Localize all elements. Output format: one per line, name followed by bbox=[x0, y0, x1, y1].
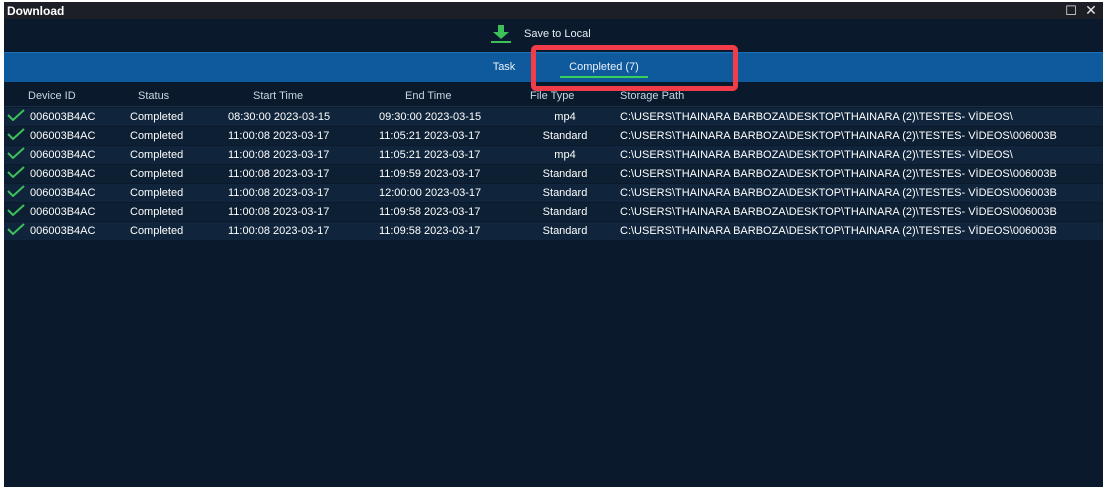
download-table-body: 006003B4AC Completed 08:30:00 2023-03-15… bbox=[4, 108, 1103, 241]
cell-start-time: 11:00:08 2023-03-17 bbox=[228, 206, 330, 218]
cell-status: Completed bbox=[130, 206, 184, 218]
tab-completed[interactable]: Completed (7) bbox=[556, 53, 652, 82]
cell-end-time: 11:09:58 2023-03-17 bbox=[379, 225, 481, 237]
title-bar: Download ☐ ✕ bbox=[4, 2, 1103, 19]
cell-start-time: 11:00:08 2023-03-17 bbox=[228, 187, 330, 199]
column-header-start-time[interactable]: Start Time bbox=[253, 90, 303, 102]
table-row[interactable]: 006003B4AC Completed 11:00:08 2023-03-17… bbox=[4, 184, 1103, 203]
save-to-local-label: Save to Local bbox=[524, 28, 591, 40]
cell-device-id: 006003B4AC bbox=[30, 225, 96, 237]
cell-file-type: Standard bbox=[542, 187, 588, 199]
cell-end-time: 11:09:59 2023-03-17 bbox=[379, 168, 481, 180]
cell-file-type: mp4 bbox=[554, 111, 576, 123]
cell-storage-path: C:\USERS\THAINARA BARBOZA\DESKTOP\THAINA… bbox=[620, 168, 1057, 180]
cell-start-time: 11:00:08 2023-03-17 bbox=[228, 130, 330, 142]
cell-end-time: 11:05:21 2023-03-17 bbox=[379, 149, 481, 161]
cell-status: Completed bbox=[130, 149, 184, 161]
cell-device-id: 006003B4AC bbox=[30, 130, 96, 142]
cell-file-type: Standard bbox=[542, 168, 588, 180]
tab-task-label: Task bbox=[492, 61, 516, 73]
cell-status: Completed bbox=[130, 225, 184, 237]
cell-file-type: Standard bbox=[542, 130, 588, 142]
table-header: Device ID Status Start Time End Time Fil… bbox=[4, 88, 1103, 107]
cell-status: Completed bbox=[130, 111, 184, 123]
cell-start-time: 08:30:00 2023-03-15 bbox=[228, 111, 331, 123]
cell-device-id: 006003B4AC bbox=[30, 187, 96, 199]
cell-file-type: mp4 bbox=[554, 149, 576, 161]
checkmark-icon bbox=[7, 166, 25, 178]
table-row[interactable]: 006003B4AC Completed 08:30:00 2023-03-15… bbox=[4, 108, 1103, 127]
cell-end-time: 09:30:00 2023-03-15 bbox=[379, 111, 482, 123]
cell-end-time: 11:09:58 2023-03-17 bbox=[379, 206, 481, 218]
table-row[interactable]: 006003B4AC Completed 11:00:08 2023-03-17… bbox=[4, 165, 1103, 184]
column-header-storage-path[interactable]: Storage Path bbox=[620, 90, 684, 102]
column-header-file-type[interactable]: File Type bbox=[530, 90, 574, 102]
cell-storage-path: C:\USERS\THAINARA BARBOZA\DESKTOP\THAINA… bbox=[620, 130, 1057, 142]
download-window: Download ☐ ✕ Save to Local Task Complete… bbox=[4, 2, 1103, 487]
window-title: Download bbox=[7, 4, 65, 18]
checkmark-icon bbox=[7, 147, 25, 159]
checkmark-icon bbox=[7, 128, 25, 140]
cell-start-time: 11:00:08 2023-03-17 bbox=[228, 168, 330, 180]
table-row[interactable]: 006003B4AC Completed 11:00:08 2023-03-17… bbox=[4, 146, 1103, 165]
table-row[interactable]: 006003B4AC Completed 11:00:08 2023-03-17… bbox=[4, 203, 1103, 222]
close-button[interactable]: ✕ bbox=[1083, 3, 1099, 18]
column-header-end-time[interactable]: End Time bbox=[405, 90, 451, 102]
cell-end-time: 11:05:21 2023-03-17 bbox=[379, 130, 481, 142]
cell-storage-path: C:\USERS\THAINARA BARBOZA\DESKTOP\THAINA… bbox=[620, 111, 1013, 123]
table-row[interactable]: 006003B4AC Completed 11:00:08 2023-03-17… bbox=[4, 222, 1103, 241]
cell-file-type: Standard bbox=[542, 206, 588, 218]
cell-status: Completed bbox=[130, 168, 184, 180]
active-tab-indicator bbox=[560, 76, 648, 78]
cell-start-time: 11:00:08 2023-03-17 bbox=[228, 149, 330, 161]
cell-status: Completed bbox=[130, 130, 184, 142]
checkmark-icon bbox=[7, 204, 25, 216]
tab-task[interactable]: Task bbox=[484, 53, 524, 82]
checkmark-icon bbox=[7, 109, 25, 121]
cell-start-time: 11:00:08 2023-03-17 bbox=[228, 225, 330, 237]
tab-strip: Task Completed (7) bbox=[4, 52, 1103, 82]
tab-completed-label: Completed (7) bbox=[569, 61, 639, 73]
cell-storage-path: C:\USERS\THAINARA BARBOZA\DESKTOP\THAINA… bbox=[620, 225, 1057, 237]
cell-status: Completed bbox=[130, 187, 184, 199]
cell-storage-path: C:\USERS\THAINARA BARBOZA\DESKTOP\THAINA… bbox=[620, 149, 1013, 161]
cell-storage-path: C:\USERS\THAINARA BARBOZA\DESKTOP\THAINA… bbox=[620, 187, 1057, 199]
maximize-button[interactable]: ☐ bbox=[1063, 3, 1079, 18]
toolbar: Save to Local bbox=[4, 19, 1103, 50]
column-header-status[interactable]: Status bbox=[138, 90, 169, 102]
cell-file-type: Standard bbox=[542, 225, 588, 237]
cell-device-id: 006003B4AC bbox=[30, 206, 96, 218]
cell-device-id: 006003B4AC bbox=[30, 111, 96, 123]
checkmark-icon bbox=[7, 185, 25, 197]
download-arrow-icon bbox=[491, 25, 511, 43]
cell-device-id: 006003B4AC bbox=[30, 168, 96, 180]
table-row[interactable]: 006003B4AC Completed 11:00:08 2023-03-17… bbox=[4, 127, 1103, 146]
cell-end-time: 12:00:00 2023-03-17 bbox=[379, 187, 482, 199]
save-to-local-button[interactable]: Save to Local bbox=[490, 23, 591, 45]
checkmark-icon bbox=[7, 223, 25, 235]
cell-device-id: 006003B4AC bbox=[30, 149, 96, 161]
column-header-device-id[interactable]: Device ID bbox=[28, 90, 76, 102]
cell-storage-path: C:\USERS\THAINARA BARBOZA\DESKTOP\THAINA… bbox=[620, 206, 1057, 218]
